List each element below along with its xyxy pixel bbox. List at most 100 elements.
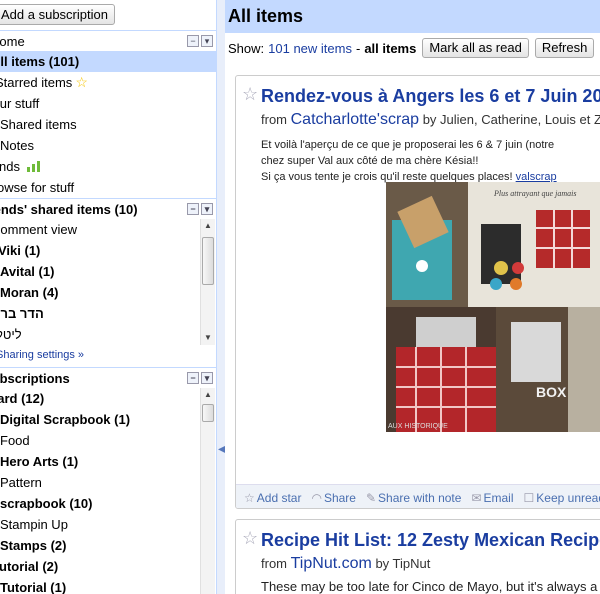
entry-source-line: from TipNut.com by TipNut: [261, 555, 430, 573]
star-icon[interactable]: ☆: [242, 528, 258, 549]
nav-starred-label: Starred items: [0, 75, 73, 90]
email-action[interactable]: ✉ Email: [471, 491, 513, 505]
dropdown-icon[interactable]: ▾: [201, 35, 213, 47]
share-icon: ◠: [311, 490, 322, 505]
add-star-label: Add star: [256, 490, 302, 505]
all-items-filter[interactable]: all items: [364, 41, 416, 56]
subscription-label: Food: [0, 433, 30, 448]
dropdown-icon[interactable]: ▾: [201, 372, 213, 384]
entry-body-line: These may be too late for Cinco de Mayo,…: [261, 579, 598, 594]
scroll-up-icon[interactable]: ▲: [201, 219, 215, 233]
collage-caption: Plus attrayant que jamais: [493, 189, 576, 198]
friends-list: Comment view Viki (1) Avital (1) Moran (…: [0, 219, 216, 345]
friend-comment-view[interactable]: Comment view: [0, 219, 216, 240]
mark-all-read-button[interactable]: Mark all as read: [422, 38, 529, 58]
home-controls: − ▾: [187, 35, 213, 47]
entries-list: ☆ Rendez-vous à Angers les 6 et 7 Juin 2…: [225, 63, 600, 594]
entry-card[interactable]: ☆ Rendez-vous à Angers les 6 et 7 Juin 2…: [235, 75, 600, 509]
subscription-utorial[interactable]: utorial (2): [0, 556, 216, 577]
entry-body-line: Et voilà l'aperçu de ce que je proposera…: [261, 139, 555, 151]
keep-unread-action[interactable]: ☐ Keep unread: [524, 491, 600, 505]
entry-title[interactable]: Rendez-vous à Angers les 6 et 7 Juin 200…: [261, 86, 600, 107]
entry-source-line: from Catcharlotte'scrap by Julien, Cathe…: [261, 111, 600, 129]
scroll-up-icon[interactable]: ▲: [201, 388, 215, 402]
entry-title[interactable]: Recipe Hit List: 12 Zesty Mexican Recipe…: [261, 530, 600, 551]
friends-section-header[interactable]: Friends' shared items (10) − ▾: [0, 198, 216, 219]
subscription-card[interactable]: card (12): [0, 388, 216, 409]
scrapbook-collage-image: Plus attrayant que jamais AUX HISTORIQUE…: [386, 182, 600, 432]
add-subscription-button[interactable]: Add a subscription: [0, 4, 115, 25]
sharing-settings-link[interactable]: Sharing settings »: [0, 349, 84, 361]
checkbox-icon: ☐: [523, 490, 535, 505]
dropdown-icon[interactable]: ▾: [201, 203, 213, 215]
collage-caption: BOX: [536, 384, 567, 400]
subscription-food[interactable]: Food: [0, 430, 216, 451]
nav-trends-label: Trends: [0, 159, 20, 174]
subscriptions-controls: − ▾: [187, 372, 213, 384]
email-label: Email: [483, 490, 514, 505]
nav-trends[interactable]: Trends: [0, 156, 216, 177]
toolbar: Show: 101 new items - all items Mark all…: [225, 33, 600, 63]
subscription-label: Hero Arts (1): [0, 454, 79, 469]
subscription-scrapbook[interactable]: scrapbook (10): [0, 493, 216, 514]
subscription-label: Digital Scrapbook (1): [0, 412, 131, 427]
friend-hadar[interactable]: הדר ברמן (4): [0, 303, 216, 324]
scroll-thumb[interactable]: [202, 237, 214, 285]
collapse-icon[interactable]: −: [187, 35, 199, 47]
share-label: Share: [323, 490, 356, 505]
nav-starred-items[interactable]: Starred items ☆: [0, 72, 216, 93]
nav-shared-items[interactable]: Shared items: [0, 114, 216, 135]
entry-source-link[interactable]: TipNut.com: [291, 555, 372, 572]
entry-actions: ☆ Add star ◠ Share ✎ Share with note ✉ Email…: [236, 484, 600, 508]
nav-all-items[interactable]: All items (101): [0, 51, 216, 72]
nav-notes-label: Notes: [0, 138, 34, 153]
nav-your-stuff[interactable]: Your stuff: [0, 93, 216, 114]
entry-author: by Julien, Catherine, Louis et Zoé: [422, 112, 600, 127]
scroll-thumb[interactable]: [202, 404, 214, 422]
page-title: All items: [228, 6, 304, 26]
friend-label: Viki (1): [0, 243, 41, 258]
add-star-action[interactable]: ☆ Add star: [244, 491, 301, 505]
subscription-digital-scrapbook[interactable]: Digital Scrapbook (1): [0, 409, 216, 430]
subscription-tutorial[interactable]: Tutorial (1): [0, 577, 216, 594]
friend-lital[interactable]: ליטל: [0, 324, 216, 345]
envelope-icon: ✉: [471, 490, 482, 505]
new-items-link[interactable]: 101 new items: [268, 41, 352, 56]
star-icon[interactable]: ☆: [242, 84, 258, 105]
subscription-label: Stampin Up: [0, 517, 68, 532]
scroll-down-icon[interactable]: ▼: [201, 331, 215, 345]
share-with-note-action[interactable]: ✎ Share with note: [366, 491, 461, 505]
collapse-icon[interactable]: −: [187, 203, 199, 215]
entry-body: Et voilà l'aperçu de ce que je proposera…: [261, 137, 557, 185]
refresh-button[interactable]: Refresh: [534, 38, 595, 58]
friend-label: Moran (4): [0, 285, 59, 300]
collapse-icon[interactable]: −: [187, 372, 199, 384]
subscription-label: Stamps (2): [0, 538, 67, 553]
share-action[interactable]: ◠ Share: [311, 491, 356, 505]
share-with-note-label: Share with note: [378, 490, 462, 505]
nav-list: Home − ▾ All items (101) Starred items☆ …: [0, 30, 216, 594]
nav-home-label: Home: [0, 34, 25, 49]
entry-author: by TipNut: [375, 556, 431, 571]
subscription-stamps[interactable]: Stamps (2): [0, 535, 216, 556]
separator: -: [355, 40, 361, 56]
friend-label: הדר ברמן (4): [0, 306, 44, 321]
subscription-label: utorial (2): [0, 559, 59, 574]
friend-moran[interactable]: Moran (4): [0, 282, 216, 303]
subscriptions-section-header[interactable]: Subscriptions − ▾: [0, 367, 216, 388]
friend-viki[interactable]: Viki (1): [0, 240, 216, 261]
friend-avital[interactable]: Avital (1): [0, 261, 216, 282]
nav-home[interactable]: Home − ▾: [0, 30, 216, 51]
nav-notes[interactable]: Notes: [0, 135, 216, 156]
subscription-pattern[interactable]: Pattern: [0, 472, 216, 493]
subscriptions-scrollbar[interactable]: ▲: [200, 388, 215, 594]
subscription-hero-arts[interactable]: Hero Arts (1): [0, 451, 216, 472]
main-pane: All items Show: 101 new items - all item…: [225, 0, 600, 594]
friends-scrollbar[interactable]: ▲ ▼: [200, 219, 215, 345]
nav-browse[interactable]: Browse for stuff: [0, 177, 216, 198]
sidebar-collapse-bar[interactable]: [217, 0, 225, 594]
subscription-stampin-up[interactable]: Stampin Up: [0, 514, 216, 535]
entry-card[interactable]: ☆ Recipe Hit List: 12 Zesty Mexican Reci…: [235, 519, 600, 594]
nav-shared-items-label: Shared items: [0, 117, 77, 132]
entry-source-link[interactable]: Catcharlotte'scrap: [291, 111, 419, 128]
